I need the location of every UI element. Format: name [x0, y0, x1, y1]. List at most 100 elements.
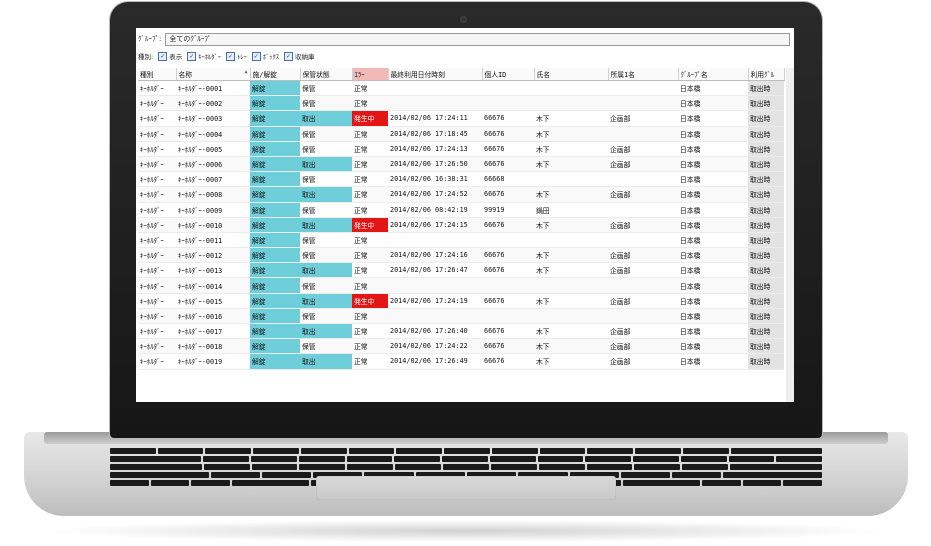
- column-header-error[interactable]: ｴﾗｰ: [352, 68, 389, 81]
- checkbox-icon[interactable]: ✓: [187, 51, 197, 61]
- cell-name: ｷｰﾎﾙﾀﾞｰ-0014: [176, 277, 250, 294]
- table-row[interactable]: ｷｰﾎﾙﾀﾞｰ ｷｰﾎﾙﾀﾞｰ-0019 解錠 取出 正常 2014/02/06 17:2…: [138, 353, 784, 370]
- column-header-last-used[interactable]: 最終利用日付時刻: [388, 68, 483, 81]
- laptop-shadow: [40, 520, 890, 542]
- cell-department: 企画部: [608, 247, 678, 264]
- cell-group: 日本橋: [678, 262, 748, 279]
- table-row[interactable]: ｷｰﾎﾙﾀﾞｰ ｷｰﾎﾙﾀﾞｰ-0016 解錠 保管 正常 日本橋 取出時: [138, 308, 784, 325]
- cell-last-used: 2014/02/06 17:24:16: [388, 247, 482, 264]
- cell-last-used: [388, 308, 482, 325]
- table-row[interactable]: ｷｰﾎﾙﾀﾞｰ ｷｰﾎﾙﾀﾞｰ-0008 解錠 取出 正常 2014/02/06 17:2…: [138, 186, 784, 203]
- type-filter-label: 種別:: [138, 53, 154, 61]
- cell-group: 日本橋: [678, 293, 748, 309]
- cell-personal-id: 66676: [482, 353, 534, 370]
- column-header-person-name[interactable]: 氏名: [534, 68, 609, 81]
- cell-person-name: [534, 171, 608, 188]
- cell-department: [608, 202, 678, 218]
- table-row[interactable]: ｷｰﾎﾙﾀﾞｰ ｷｰﾎﾙﾀﾞｰ-0005 解錠 保管 正常 2014/02/06 17:2…: [138, 141, 784, 157]
- cell-personal-id: 66676: [482, 156, 534, 173]
- cell-use-group: 取出時: [748, 110, 784, 127]
- type-checkbox[interactable]: ✓ 収納庫: [283, 51, 314, 61]
- table-row[interactable]: ｷｰﾎﾙﾀﾞｰ ｷｰﾎﾙﾀﾞｰ-0003 解錠 取出 発生中 2014/02/06 17:…: [138, 110, 784, 127]
- table-row[interactable]: ｷｰﾎﾙﾀﾞｰ ｷｰﾎﾙﾀﾞｰ-0014 解錠 保管 正常 日本橋 取出時: [138, 277, 784, 294]
- cell-group: 日本橋: [678, 171, 748, 188]
- cell-name: ｷｰﾎﾙﾀﾞｰ-0012: [176, 247, 250, 264]
- type-checkbox[interactable]: ✓ ﾄﾚｰ: [225, 51, 247, 61]
- column-header-lock[interactable]: 施/解錠: [250, 68, 301, 81]
- column-header-personal-id[interactable]: 個人ID: [482, 68, 535, 81]
- table-row[interactable]: ｷｰﾎﾙﾀﾞｰ ｷｰﾎﾙﾀﾞｰ-0012 解錠 保管 正常 2014/02/06 17:2…: [138, 247, 784, 264]
- cell-lock: 解錠: [250, 80, 300, 97]
- cell-use-group: 取出時: [748, 232, 784, 249]
- column-header-use-group[interactable]: 利用ｸﾞﾙ: [748, 68, 785, 81]
- table-row[interactable]: ｷｰﾎﾙﾀﾞｰ ｷｰﾎﾙﾀﾞｰ-0009 解錠 保管 正常 2014/02/06 08:4…: [138, 202, 784, 218]
- vertical-scrollbar[interactable]: [786, 68, 794, 402]
- table-row[interactable]: ｷｰﾎﾙﾀﾞｰ ｷｰﾎﾙﾀﾞｰ-0007 解錠 保管 正常 2014/02/06 16:3…: [138, 171, 784, 188]
- cell-lock: 解錠: [250, 186, 300, 203]
- column-header-department[interactable]: 所属1名: [608, 68, 679, 81]
- cell-person-name: 木下: [534, 186, 608, 203]
- cell-group: 日本橋: [678, 277, 748, 294]
- checkbox-icon[interactable]: ✓: [225, 51, 235, 61]
- cell-last-used: 2014/02/06 17:24:11: [388, 110, 482, 127]
- cell-last-used: 2014/02/06 17:24:22: [388, 338, 482, 355]
- cell-personal-id: 66676: [482, 141, 534, 157]
- cell-lock: 解錠: [250, 308, 300, 325]
- cell-use-group: 取出時: [748, 277, 784, 294]
- cell-group: 日本橋: [678, 80, 748, 97]
- table-row[interactable]: ｷｰﾎﾙﾀﾞｰ ｷｰﾎﾙﾀﾞｰ-0015 解錠 取出 発生中 2014/02/06 17:…: [138, 293, 784, 309]
- cell-last-used: 2014/02/06 17:24:15: [388, 217, 482, 233]
- cell-person-name: 木下: [534, 293, 608, 309]
- cell-person-name: [534, 80, 608, 97]
- table-row[interactable]: ｷｰﾎﾙﾀﾞｰ ｷｰﾎﾙﾀﾞｰ-0018 解錠 保管 正常 2014/02/06 17:2…: [138, 338, 784, 355]
- table-row[interactable]: ｷｰﾎﾙﾀﾞｰ ｷｰﾎﾙﾀﾞｰ-0017 解錠 取出 正常 2014/02/06 17:2…: [138, 323, 784, 340]
- table-row[interactable]: ｷｰﾎﾙﾀﾞｰ ｷｰﾎﾙﾀﾞｰ-0002 解錠 保管 正常 日本橋 取出時: [138, 95, 784, 112]
- checkbox-icon[interactable]: ✓: [283, 51, 293, 61]
- cell-type: ｷｰﾎﾙﾀﾞｰ: [138, 277, 176, 294]
- cell-use-group: 取出時: [748, 141, 784, 157]
- cell-last-used: 2014/02/06 17:26:50: [388, 156, 482, 173]
- cell-error: 正常: [352, 202, 388, 218]
- type-checkbox-label: ﾄﾚｰ: [236, 53, 247, 61]
- column-header-group[interactable]: ｸﾞﾙｰﾌﾟ名: [678, 68, 749, 81]
- cell-last-used: 2014/02/06 17:26:40: [388, 323, 482, 340]
- table-row[interactable]: ｷｰﾎﾙﾀﾞｰ ｷｰﾎﾙﾀﾞｰ-0006 解錠 取出 正常 2014/02/06 17:2…: [138, 156, 784, 173]
- cell-error: 正常: [352, 171, 388, 188]
- checkbox-icon[interactable]: ✓: [158, 51, 168, 61]
- column-header-type[interactable]: 種別: [138, 68, 177, 81]
- type-checkbox[interactable]: ✓ ｷｰﾎﾙﾀﾞｰ: [187, 51, 221, 61]
- cell-type: ｷｰﾎﾙﾀﾞｰ: [138, 323, 176, 340]
- cell-name: ｷｰﾎﾙﾀﾞｰ-0008: [176, 186, 250, 203]
- table-row[interactable]: ｷｰﾎﾙﾀﾞｰ ｷｰﾎﾙﾀﾞｰ-0011 解錠 保管 正常 日本橋 取出時: [138, 232, 784, 249]
- column-header-storage[interactable]: 保管状態: [300, 68, 353, 81]
- cell-department: 企画部: [608, 338, 678, 355]
- cell-lock: 解錠: [250, 353, 300, 370]
- cell-error: 正常: [352, 262, 388, 279]
- type-checkbox[interactable]: ✓ ﾎﾞｯｸｽ: [251, 51, 279, 61]
- table-row[interactable]: ｷｰﾎﾙﾀﾞｰ ｷｰﾎﾙﾀﾞｰ-0010 解錠 取出 発生中 2014/02/06 17:…: [138, 217, 784, 233]
- cell-personal-id: 66676: [482, 323, 534, 340]
- cell-group: 日本橋: [678, 110, 748, 127]
- cell-last-used: 2014/02/06 08:42:19: [388, 202, 482, 218]
- column-header-name[interactable]: 名称 ▲: [176, 68, 251, 81]
- cell-lock: 解錠: [250, 202, 300, 218]
- cell-use-group: 取出時: [748, 80, 784, 97]
- checkbox-icon[interactable]: ✓: [251, 51, 261, 61]
- table-row[interactable]: ｷｰﾎﾙﾀﾞｰ ｷｰﾎﾙﾀﾞｰ-0013 解錠 取出 正常 2014/02/06 17:2…: [138, 262, 784, 279]
- group-filter-select[interactable]: 全てのｸﾞﾙｰﾌﾟ: [165, 32, 791, 46]
- cell-name: ｷｰﾎﾙﾀﾞｰ-0019: [176, 353, 250, 370]
- touchpad: [316, 476, 616, 500]
- cell-type: ｷｰﾎﾙﾀﾞｰ: [138, 171, 176, 188]
- cell-department: [608, 80, 678, 97]
- table-row[interactable]: ｷｰﾎﾙﾀﾞｰ ｷｰﾎﾙﾀﾞｰ-0001 解錠 保管 正常 日本橋 取出時: [138, 80, 784, 97]
- table-row[interactable]: ｷｰﾎﾙﾀﾞｰ ｷｰﾎﾙﾀﾞｰ-0004 解錠 保管 正常 2014/02/06 17:1…: [138, 126, 784, 142]
- cell-storage: 保管: [300, 202, 352, 218]
- cell-person-name: 木下: [534, 262, 608, 279]
- cell-error: 正常: [352, 80, 388, 97]
- type-checkbox[interactable]: ✓ 表示: [158, 51, 182, 61]
- cell-person-name: 木下: [534, 338, 608, 355]
- cell-error: 発生中: [352, 293, 388, 309]
- cell-storage: 保管: [300, 95, 352, 112]
- type-checkbox-label: ｷｰﾎﾙﾀﾞｰ: [198, 53, 221, 61]
- cell-name: ｷｰﾎﾙﾀﾞｰ-0018: [176, 338, 250, 355]
